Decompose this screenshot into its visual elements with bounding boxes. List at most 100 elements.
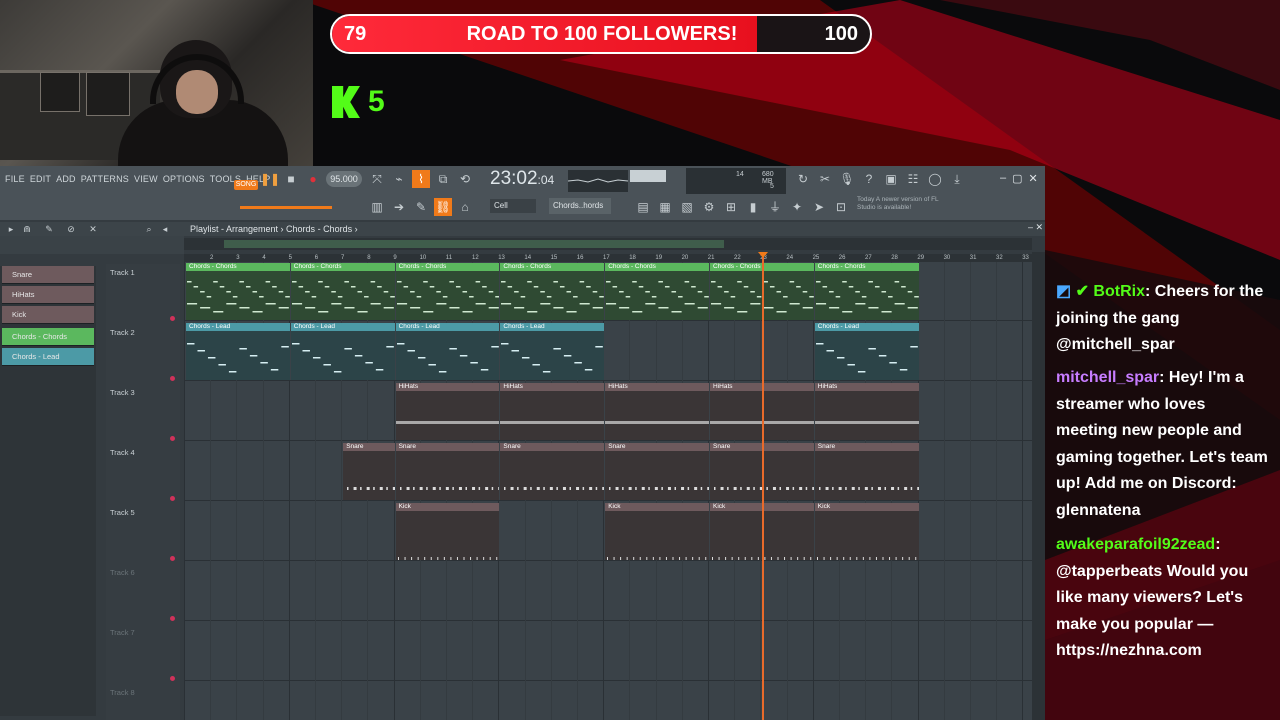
- mixer-view-icon[interactable]: ▧: [678, 198, 696, 216]
- track-label[interactable]: Track 4: [110, 448, 135, 457]
- song-mode-toggle[interactable]: SONG: [234, 180, 258, 190]
- menu-file[interactable]: FILE: [5, 174, 25, 184]
- ruler-tick: 18: [629, 255, 636, 261]
- help-icon[interactable]: ?: [860, 170, 878, 188]
- track-mute-dot[interactable]: [170, 616, 175, 621]
- mixer-icon[interactable]: ☷: [904, 170, 922, 188]
- menu-add[interactable]: ADD: [56, 174, 76, 184]
- news-panel[interactable]: Today A newer version of FL Studio is av…: [857, 196, 947, 216]
- clip-snare[interactable]: Snare: [395, 443, 500, 500]
- track-label[interactable]: Track 8: [110, 688, 135, 697]
- clip-lead[interactable]: Chords - Lead: [500, 323, 605, 380]
- vertical-scrollbar[interactable]: [1032, 252, 1045, 720]
- clip-hihats[interactable]: HiHats: [500, 383, 605, 440]
- maximize-icon[interactable]: ▢: [1012, 172, 1022, 185]
- plugin-icon[interactable]: ⚙: [700, 198, 718, 216]
- countdown-icon[interactable]: ⌇: [412, 170, 430, 188]
- clip-snare[interactable]: Snare: [814, 443, 919, 500]
- clip-hihats[interactable]: HiHats: [605, 383, 709, 440]
- link-icon[interactable]: ⛓: [434, 198, 452, 216]
- clip-chords[interactable]: Chords - Chords: [186, 263, 290, 320]
- clip-chords[interactable]: Chords - Chords: [395, 263, 500, 320]
- playlist-close-icon[interactable]: – ✕: [1028, 222, 1043, 233]
- menu-edit[interactable]: EDIT: [30, 174, 51, 184]
- clip-chords[interactable]: Chords - Chords: [290, 263, 395, 320]
- ruler-tick: 11: [445, 255, 453, 261]
- menu-options[interactable]: OPTIONS: [163, 174, 205, 184]
- playhead[interactable]: [762, 252, 764, 720]
- track-label[interactable]: Track 1: [110, 268, 135, 277]
- clip-lead[interactable]: Chords - Lead: [186, 323, 290, 380]
- menu-view[interactable]: VIEW: [134, 174, 158, 184]
- shop-icon[interactable]: ⊡: [832, 198, 850, 216]
- channel-rack-icon[interactable]: ▦: [656, 198, 674, 216]
- playhead-marker-icon[interactable]: [758, 252, 768, 258]
- clip-lead[interactable]: Chords - Lead: [814, 323, 919, 380]
- playlist-icon[interactable]: ▤: [634, 198, 652, 216]
- metronome-icon[interactable]: ⤧: [368, 170, 386, 188]
- clip-kick[interactable]: Kick: [814, 503, 919, 560]
- track-label[interactable]: Track 6: [110, 568, 135, 577]
- chat-username[interactable]: mitchell_spar: [1056, 369, 1159, 386]
- pattern-selector[interactable]: Chords..hords: [549, 198, 611, 214]
- wait-icon[interactable]: ⌁: [390, 170, 408, 188]
- clip-chords[interactable]: Chords - Chords: [814, 263, 919, 320]
- track-mute-dot[interactable]: [170, 316, 175, 321]
- file-icon[interactable]: ▮: [744, 198, 762, 216]
- clip-snare[interactable]: Snare: [605, 443, 709, 500]
- ruler-tick: 2: [210, 255, 214, 261]
- menu-patterns[interactable]: PATTERNS: [81, 174, 129, 184]
- playlist-grid[interactable]: Chords - Chords Chords - Chords Chords - C…: [184, 262, 1032, 720]
- clip-hihats[interactable]: HiHats: [814, 383, 919, 440]
- clip-hihats[interactable]: HiHats: [395, 383, 500, 440]
- save-icon[interactable]: ▣: [882, 170, 900, 188]
- chat-icon[interactable]: ◯: [926, 170, 944, 188]
- stop-icon[interactable]: ■: [282, 170, 300, 188]
- plug-icon[interactable]: ⏚: [766, 198, 784, 216]
- clip-snare[interactable]: Snare: [500, 443, 605, 500]
- download-icon[interactable]: ⤓: [948, 170, 966, 188]
- master-volume-slider[interactable]: [240, 206, 332, 209]
- clip-chords[interactable]: Chords - Chords: [500, 263, 605, 320]
- track-mute-dot[interactable]: [170, 436, 175, 441]
- arrow-right-icon[interactable]: ➔: [390, 198, 408, 216]
- track-label[interactable]: Track 2: [110, 328, 135, 337]
- track-mute-dot[interactable]: [170, 496, 175, 501]
- stamp-icon[interactable]: ⌂: [456, 198, 474, 216]
- record-icon[interactable]: ●: [304, 170, 322, 188]
- cut-icon[interactable]: ✂: [816, 170, 834, 188]
- channel-chords[interactable]: Chords - Chords: [2, 328, 94, 346]
- channel-snare[interactable]: Snare: [2, 266, 94, 284]
- track-label[interactable]: Track 7: [110, 628, 135, 637]
- clip-chords[interactable]: Chords - Chords: [605, 263, 709, 320]
- track-label[interactable]: Track 5: [110, 508, 135, 517]
- clip-kick[interactable]: Kick: [605, 503, 709, 560]
- loop-record-icon[interactable]: ⟲: [456, 170, 474, 188]
- channel-lead[interactable]: Chords - Lead: [2, 348, 94, 366]
- magic-icon[interactable]: ✦: [788, 198, 806, 216]
- track-label[interactable]: Track 3: [110, 388, 135, 397]
- minimize-icon[interactable]: –: [1000, 172, 1006, 185]
- clip-lead[interactable]: Chords - Lead: [395, 323, 500, 380]
- clip-kick[interactable]: Kick: [395, 503, 500, 560]
- refresh-icon[interactable]: ↻: [794, 170, 812, 188]
- track-mute-dot[interactable]: [170, 676, 175, 681]
- chat-username[interactable]: BotRix: [1093, 283, 1145, 300]
- clip-snare[interactable]: Snare: [343, 443, 395, 500]
- piano-roll-icon[interactable]: ▥: [368, 198, 386, 216]
- chat-username[interactable]: awakeparafoil92zead: [1056, 536, 1215, 553]
- channel-kick[interactable]: Kick: [2, 306, 94, 324]
- track-mute-dot[interactable]: [170, 556, 175, 561]
- pause-icon[interactable]: ❚❚: [260, 170, 280, 188]
- close-icon[interactable]: ✕: [1029, 172, 1038, 185]
- clip-lead[interactable]: Chords - Lead: [290, 323, 395, 380]
- pencil-icon[interactable]: ✎: [412, 198, 430, 216]
- tempo-display[interactable]: 95.000: [326, 171, 362, 187]
- channel-hihats[interactable]: HiHats: [2, 286, 94, 304]
- marker-icon[interactable]: ➤: [810, 198, 828, 216]
- browser-icon[interactable]: ⊞: [722, 198, 740, 216]
- microphone-icon[interactable]: 🎙: [838, 170, 856, 188]
- step-edit-icon[interactable]: ⧉: [434, 170, 452, 188]
- snap-selector[interactable]: Cell: [490, 199, 536, 213]
- track-mute-dot[interactable]: [170, 376, 175, 381]
